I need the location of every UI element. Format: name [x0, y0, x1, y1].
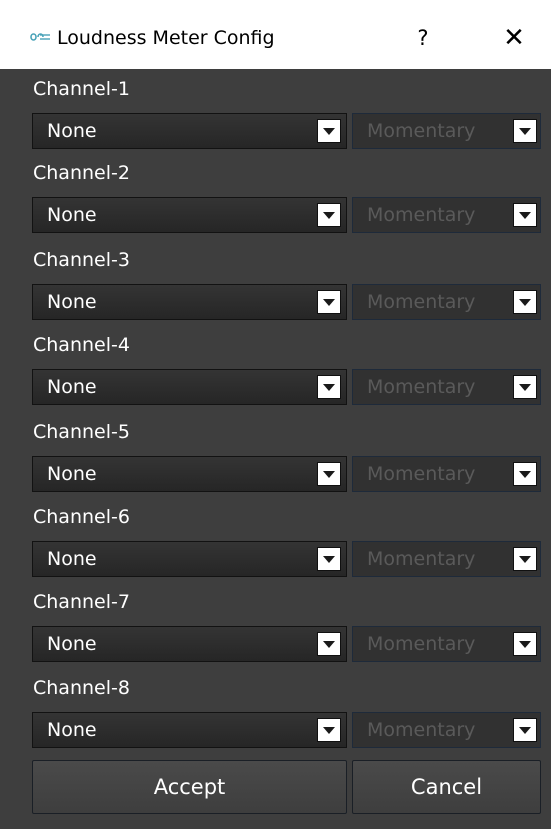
chevron-down-icon[interactable] [513, 375, 537, 399]
channel-3-source-dropdown[interactable]: None [32, 284, 347, 320]
chevron-down-icon[interactable] [513, 119, 537, 143]
channel-1-label: Channel-1 [33, 78, 130, 100]
channel-5-mode-dropdown[interactable]: Momentary [352, 456, 541, 492]
channel-6-label: Channel-6 [33, 506, 130, 528]
channel-5-source-dropdown[interactable]: None [32, 456, 347, 492]
channel-3-source-value: None [47, 291, 97, 313]
channel-2-label: Channel-2 [33, 162, 130, 184]
channel-1-mode-dropdown[interactable]: Momentary [352, 113, 541, 149]
channel-2-mode-dropdown[interactable]: Momentary [352, 197, 541, 233]
channel-1-source-value: None [47, 120, 97, 142]
chevron-down-icon[interactable] [317, 119, 341, 143]
accept-button[interactable]: Accept [32, 760, 347, 814]
chevron-down-icon[interactable] [317, 632, 341, 656]
cancel-button[interactable]: Cancel [352, 760, 541, 814]
chevron-down-icon[interactable] [317, 547, 341, 571]
chevron-down-icon[interactable] [513, 462, 537, 486]
chevron-down-icon[interactable] [513, 203, 537, 227]
channel-6-source-dropdown[interactable]: None [32, 541, 347, 577]
loudness-meter-config-dialog: Loudness Meter Config ? ✕ Channel-1 None… [0, 0, 551, 829]
channel-3-label: Channel-3 [33, 249, 130, 271]
channel-4-source-value: None [47, 376, 97, 398]
channel-8-source-value: None [47, 719, 97, 741]
chevron-down-icon[interactable] [513, 632, 537, 656]
channel-7-source-dropdown[interactable]: None [32, 626, 347, 662]
channel-6-source-value: None [47, 548, 97, 570]
channel-3-mode-dropdown[interactable]: Momentary [352, 284, 541, 320]
channel-4-mode-value: Momentary [367, 376, 476, 398]
channel-8-label: Channel-8 [33, 677, 130, 699]
channel-7-source-value: None [47, 633, 97, 655]
chevron-down-icon[interactable] [317, 290, 341, 314]
chevron-down-icon[interactable] [317, 462, 341, 486]
channel-8-mode-value: Momentary [367, 719, 476, 741]
channel-6-mode-value: Momentary [367, 548, 476, 570]
channel-4-mode-dropdown[interactable]: Momentary [352, 369, 541, 405]
chevron-down-icon[interactable] [317, 718, 341, 742]
channel-2-source-dropdown[interactable]: None [32, 197, 347, 233]
title-bar[interactable]: Loudness Meter Config ? ✕ [0, 0, 551, 69]
channel-1-mode-value: Momentary [367, 120, 476, 142]
chevron-down-icon[interactable] [513, 547, 537, 571]
chevron-down-icon[interactable] [513, 718, 537, 742]
channel-2-mode-value: Momentary [367, 204, 476, 226]
chevron-down-icon[interactable] [317, 203, 341, 227]
channel-7-mode-dropdown[interactable]: Momentary [352, 626, 541, 662]
channel-2-source-value: None [47, 204, 97, 226]
channel-7-label: Channel-7 [33, 591, 130, 613]
help-button[interactable]: ? [400, 20, 446, 56]
channel-5-mode-value: Momentary [367, 463, 476, 485]
chevron-down-icon[interactable] [513, 290, 537, 314]
channel-5-source-value: None [47, 463, 97, 485]
channel-3-mode-value: Momentary [367, 291, 476, 313]
channel-7-mode-value: Momentary [367, 633, 476, 655]
channel-8-mode-dropdown[interactable]: Momentary [352, 712, 541, 748]
channel-6-mode-dropdown[interactable]: Momentary [352, 541, 541, 577]
channel-8-source-dropdown[interactable]: None [32, 712, 347, 748]
channel-5-label: Channel-5 [33, 421, 130, 443]
dialog-content: Channel-1 None Momentary Channel-2 None … [0, 69, 551, 829]
channel-1-source-dropdown[interactable]: None [32, 113, 347, 149]
app-logo-icon [30, 33, 50, 41]
channel-4-label: Channel-4 [33, 334, 130, 356]
close-button[interactable]: ✕ [490, 20, 538, 56]
channel-4-source-dropdown[interactable]: None [32, 369, 347, 405]
window-title: Loudness Meter Config [57, 27, 275, 49]
chevron-down-icon[interactable] [317, 375, 341, 399]
